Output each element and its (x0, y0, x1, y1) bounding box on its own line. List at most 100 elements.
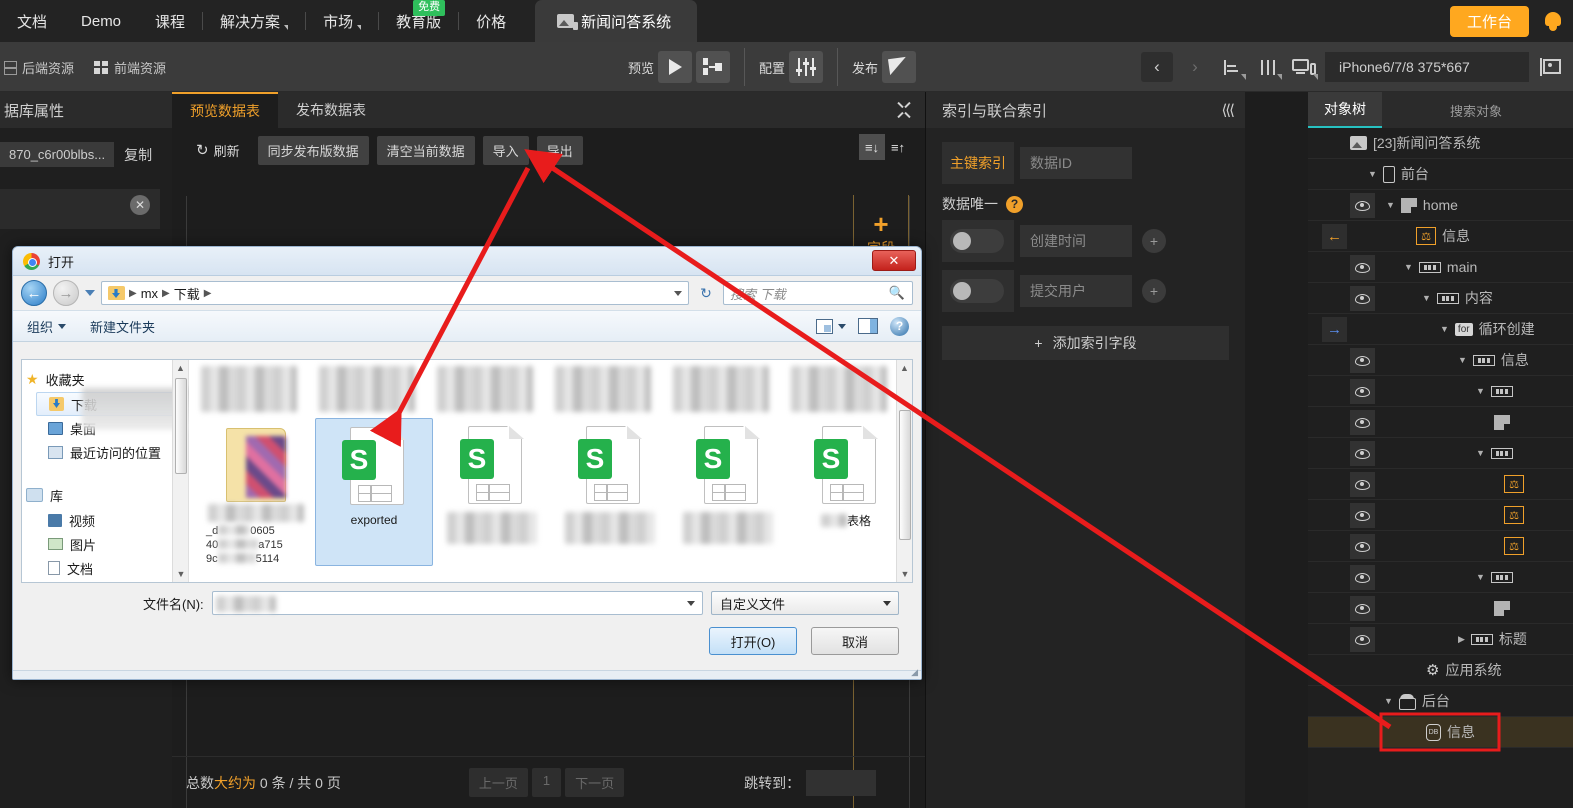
filename-input[interactable] (211, 591, 703, 615)
help-icon[interactable]: ? (1006, 195, 1023, 213)
workbench-button[interactable]: 工作台 (1449, 5, 1529, 37)
preview-play-button[interactable] (658, 51, 693, 83)
visibility-toggle-icon[interactable] (1350, 565, 1375, 590)
collapse-panel-icon[interactable]: ⟨⟨⟨ (1221, 101, 1234, 119)
unique-field-1[interactable]: 创建时间 (1020, 225, 1132, 257)
prev-page-button[interactable]: 上一页 (468, 768, 528, 797)
expand-caret-icon[interactable]: ▼ (1422, 293, 1431, 303)
sidebar-item-recent-places[interactable]: 最近访问的位置 (36, 440, 188, 464)
scroll-thumb[interactable] (899, 410, 911, 540)
nav-item-demo[interactable]: Demo (64, 0, 138, 42)
frontend-resources-button[interactable]: 前端资源 (94, 58, 166, 77)
chevron-down-icon[interactable] (687, 601, 695, 606)
tree-row-17[interactable]: ⚙ 应用系统 (1308, 655, 1573, 686)
sidebar-item-videos[interactable]: 视频 (36, 508, 188, 532)
visibility-toggle-icon[interactable] (1350, 503, 1375, 528)
visibility-toggle-icon[interactable] (1350, 255, 1375, 280)
refresh-icon[interactable]: ↻ (695, 281, 717, 305)
expand-caret-icon[interactable]: ▼ (1384, 696, 1393, 706)
visibility-toggle-icon[interactable] (1350, 379, 1375, 404)
preview-group[interactable]: 预览 (614, 48, 746, 86)
tree-row-6[interactable]: → ▼ for 循环创建 (1308, 314, 1573, 345)
visibility-toggle-icon[interactable] (1350, 627, 1375, 652)
next-page-button[interactable]: 下一页 (565, 768, 625, 797)
tree-row-0[interactable]: [23]新闻问答系统 (1308, 128, 1573, 159)
clear-current-data-button[interactable]: 清空当前数据 (376, 135, 475, 165)
expand-caret-icon[interactable]: ▼ (1386, 200, 1395, 210)
tree-row-1[interactable]: ▼ 前台 (1308, 159, 1573, 190)
change-view-button[interactable] (816, 318, 846, 334)
device-toggle-button[interactable] (1289, 52, 1319, 82)
tree-row-18[interactable]: ▼ 后台 (1308, 686, 1573, 717)
list-item[interactable]: S (551, 418, 669, 566)
search-object-input[interactable]: 搜索对象 (1438, 92, 1573, 128)
expand-caret-icon[interactable]: ▶ (1458, 634, 1465, 645)
device-size-field[interactable]: iPhone6/7/8 375*667 (1325, 52, 1529, 82)
breadcrumb-segment-mx[interactable]: mx (141, 286, 158, 301)
database-id-value[interactable]: 870_c6r00blbs... (0, 142, 115, 167)
nav-item-pricing[interactable]: 价格 (459, 0, 523, 42)
list-item[interactable]: S (433, 418, 551, 566)
scroll-down-icon[interactable]: ▼ (897, 566, 912, 582)
config-button[interactable] (789, 51, 824, 83)
database-card[interactable]: ✕ (0, 189, 160, 229)
add-unique-field-1-button[interactable]: + (1142, 229, 1166, 253)
sidebar-group-libraries[interactable]: 库 (22, 482, 188, 508)
history-back-button[interactable]: ‹ (1141, 52, 1173, 82)
nav-item-docs[interactable]: 文档 (0, 0, 64, 42)
scroll-thumb[interactable] (175, 378, 187, 474)
app-tab-news-qa[interactable]: 新闻问答系统 (535, 0, 698, 42)
goto-arrow-icon[interactable]: ← (1322, 224, 1347, 249)
jump-page-input[interactable] (806, 769, 877, 796)
expand-caret-icon[interactable]: ▼ (1476, 572, 1485, 582)
tree-row-7[interactable]: ▼ 信息 (1308, 345, 1573, 376)
refresh-button[interactable]: ↻ 刷新 (186, 136, 250, 165)
tree-row-3[interactable]: ← ⚖ 信息 (1308, 221, 1573, 252)
tree-row-9[interactable] (1308, 407, 1573, 438)
export-button[interactable]: 导出 (536, 135, 583, 165)
add-index-field-button[interactable]: + 添加索引字段 (942, 326, 1229, 360)
tab-object-tree[interactable]: 对象树 (1308, 92, 1382, 128)
tree-row-14[interactable]: ▼ (1308, 562, 1573, 593)
file-type-filter[interactable]: 自定义文件 (711, 591, 899, 615)
visibility-toggle-icon[interactable] (1350, 348, 1375, 373)
chevron-down-icon[interactable] (674, 290, 682, 296)
sidebar-item-pictures[interactable]: 图片 (36, 532, 188, 556)
visibility-toggle-icon[interactable] (1350, 441, 1375, 466)
tree-row-5[interactable]: ▼ 内容 (1308, 283, 1573, 314)
primary-key-field[interactable]: 数据ID (1020, 147, 1132, 179)
list-item[interactable]: _d 0605 40 a715 9c 5114 (197, 418, 315, 566)
preview-flow-button[interactable] (696, 51, 731, 83)
list-item-exported[interactable]: S exported (315, 418, 433, 566)
help-icon[interactable]: ? (890, 316, 909, 336)
publish-button[interactable] (882, 51, 917, 83)
visibility-toggle-icon[interactable] (1350, 193, 1375, 218)
screenshot-button[interactable] (1535, 52, 1565, 82)
recent-locations-dropdown-icon[interactable] (85, 290, 95, 296)
expand-caret-icon[interactable]: ▼ (1404, 262, 1413, 272)
tree-row-8[interactable]: ▼ (1308, 376, 1573, 407)
breadcrumb[interactable]: ▶ mx ▶ 下载 ▶ (101, 281, 689, 305)
sort-descending-button[interactable]: ≡↓ (859, 134, 885, 160)
expand-panel-button[interactable] (897, 92, 925, 128)
sync-published-data-button[interactable]: 同步发布版数据 (257, 135, 369, 165)
close-icon[interactable]: ✕ (130, 195, 150, 215)
dialog-search-input[interactable]: 搜索 下载 🔍 (723, 281, 913, 305)
resize-grip-icon[interactable]: ◢ (911, 667, 918, 678)
scroll-up-icon[interactable]: ▲ (173, 360, 188, 376)
sidebar-item-documents[interactable]: 文档 (36, 556, 188, 580)
breadcrumb-segment-downloads[interactable]: 下载 (174, 284, 200, 303)
visibility-toggle-icon[interactable] (1350, 596, 1375, 621)
organize-menu-button[interactable]: 组织 (27, 317, 67, 336)
publish-group[interactable]: 发布 (838, 48, 930, 86)
config-group[interactable]: 配置 (745, 48, 839, 86)
scroll-down-icon[interactable]: ▼ (173, 566, 189, 582)
tree-row-13[interactable]: ⚖ (1308, 531, 1573, 562)
backend-resources-button[interactable]: 后端资源 (4, 58, 74, 77)
notification-bell-icon[interactable] (1543, 10, 1563, 32)
file-list-scrollbar[interactable]: ▲ ▼ (896, 360, 912, 582)
copy-button[interactable]: 复制 (124, 145, 152, 165)
tab-publish-data-table[interactable]: 发布数据表 (278, 92, 384, 128)
preview-pane-icon[interactable] (858, 318, 878, 334)
visibility-toggle-icon[interactable] (1350, 472, 1375, 497)
